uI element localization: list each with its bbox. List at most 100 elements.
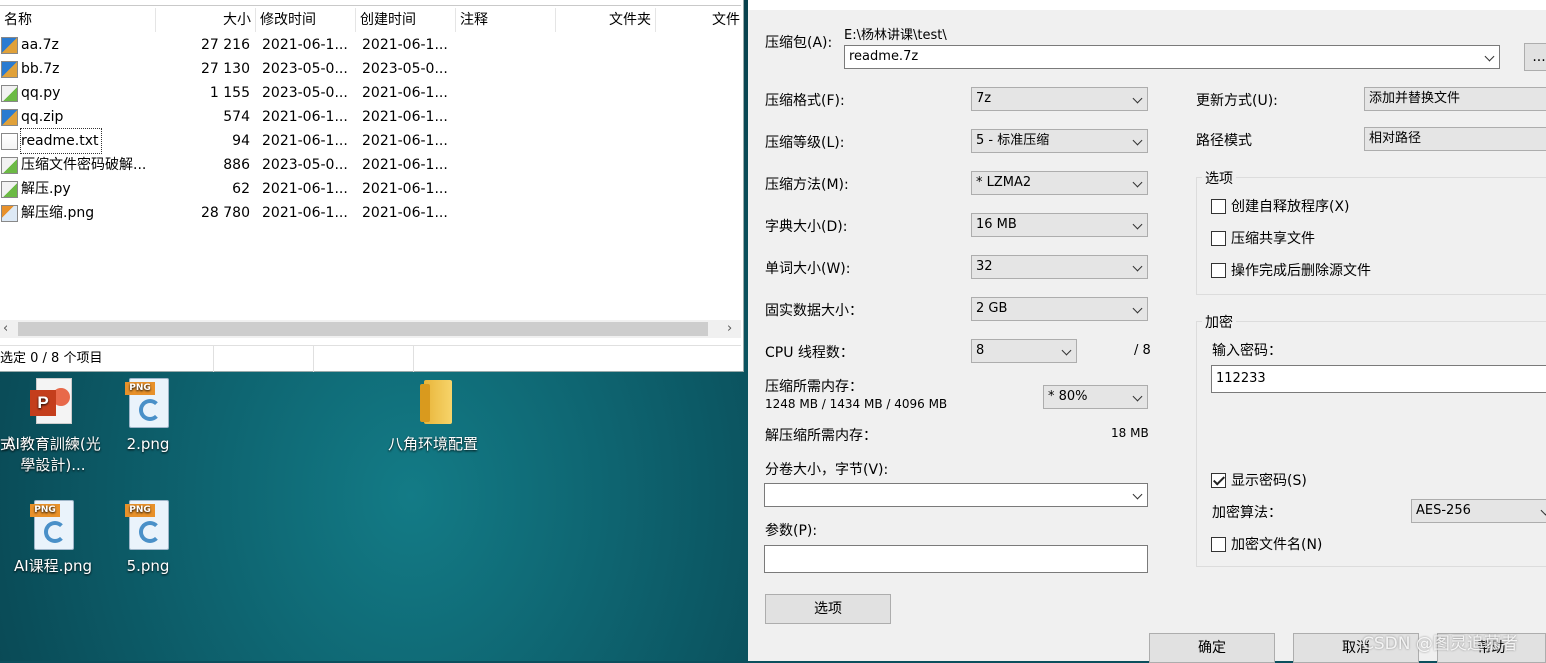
desktop-icon-ai-png[interactable]: PNG AI课程.png	[0, 500, 108, 577]
scrollbar-thumb[interactable]	[18, 322, 708, 336]
file-created: 2021-06-1...	[362, 109, 448, 125]
browse-button[interactable]: ...	[1524, 43, 1546, 71]
file-created: 2021-06-1...	[362, 181, 448, 197]
desktop-icon-ppt[interactable]: P AI教育訓練(光學設計)...	[0, 378, 108, 476]
parameters-label: 参数(P):	[765, 523, 818, 539]
method-select[interactable]: * LZMA2	[971, 171, 1148, 195]
archive-label: 压缩包(A):	[765, 35, 833, 51]
column-header-folder[interactable]: 文件夹	[556, 8, 656, 32]
table-row[interactable]: bb.7z 27 130 2023-05-0... 2023-05-0...	[0, 57, 744, 81]
column-header-name[interactable]: 名称	[0, 8, 156, 32]
text-file-icon	[1, 133, 18, 150]
scroll-right-icon[interactable]: ›	[727, 321, 732, 336]
column-header-files[interactable]: 文件	[656, 8, 744, 32]
chevron-down-icon	[1132, 489, 1143, 500]
scroll-left-icon[interactable]: ‹	[3, 321, 8, 336]
file-name: aa.7z	[21, 37, 59, 53]
column-header-modified[interactable]: 修改时间	[256, 8, 356, 32]
word-size-label: 单词大小(W):	[765, 261, 851, 277]
archive-path: E:\杨林讲课\test\	[844, 28, 947, 43]
solid-size-select[interactable]: 2 GB	[971, 297, 1148, 321]
chevron-down-icon	[1132, 177, 1143, 188]
file-created: 2021-06-1...	[362, 205, 448, 221]
path-mode-select[interactable]: 相对路径	[1364, 127, 1546, 151]
column-header-comment[interactable]: 注释	[456, 8, 556, 32]
memory-percent-select[interactable]: * 80%	[1043, 385, 1148, 409]
chevron-down-icon	[1132, 391, 1143, 402]
file-modified: 2021-06-1...	[262, 37, 348, 53]
folder-icon	[408, 378, 458, 430]
table-row[interactable]: 解压.py 62 2021-06-1... 2021-06-1...	[0, 177, 744, 201]
chevron-down-icon	[1061, 345, 1072, 356]
parameters-input[interactable]	[764, 545, 1148, 573]
table-row[interactable]: qq.zip 574 2021-06-1... 2021-06-1...	[0, 105, 744, 129]
file-size: 94	[232, 133, 250, 149]
word-size-select[interactable]: 32	[971, 255, 1148, 279]
update-mode-select[interactable]: 添加并替换文件	[1364, 87, 1546, 111]
show-password-label: 显示密码(S)	[1231, 473, 1307, 489]
desktop-icon-folder[interactable]: 八角环境配置	[378, 378, 488, 455]
table-row[interactable]: aa.7z 27 216 2021-06-1... 2021-06-1...	[0, 33, 744, 57]
file-size: 62	[232, 181, 250, 197]
watermark: CSDN @图灵追慕者	[1362, 634, 1518, 654]
chevron-down-icon	[1132, 135, 1143, 146]
table-row[interactable]: qq.py 1 155 2023-05-0... 2021-06-1...	[0, 81, 744, 105]
file-name: qq.py	[21, 85, 61, 101]
chevron-down-icon	[1132, 303, 1143, 314]
update-mode-value: 添加并替换文件	[1369, 91, 1461, 106]
file-explorer-window: 名称 大小 修改时间 创建时间 注释 文件夹 文件 aa.7z 27 216 202…	[0, 0, 744, 372]
encryption-method-select[interactable]: AES-256	[1411, 499, 1546, 523]
options-button[interactable]: 选项	[765, 594, 891, 624]
status-bar: 选定 0 / 8 个项目	[0, 345, 741, 372]
level-select[interactable]: 5 - 标准压缩	[971, 129, 1148, 153]
python-file-icon	[1, 85, 18, 102]
method-value: * LZMA2	[976, 175, 1032, 190]
desktop-icon-label: AI教育訓練(光學設計)...	[5, 435, 101, 474]
ok-button[interactable]: 确定	[1149, 633, 1275, 663]
desktop-icon-5png[interactable]: PNG 5.png	[93, 500, 203, 577]
desktop-icon-label: 2.png	[126, 435, 170, 453]
volume-size-combo[interactable]	[764, 483, 1148, 507]
update-mode-label: 更新方式(U):	[1196, 93, 1278, 109]
file-size: 28 780	[201, 205, 250, 221]
chevron-down-icon	[1132, 93, 1143, 104]
table-row[interactable]: readme.txt 94 2021-06-1... 2021-06-1...	[0, 128, 744, 154]
checkbox-box	[1211, 537, 1226, 552]
file-size: 27 130	[201, 61, 250, 77]
chevron-down-icon	[1540, 505, 1546, 516]
password-input[interactable]: 112233	[1211, 365, 1546, 393]
cpu-threads-max: / 8	[1134, 343, 1151, 358]
file-modified: 2021-06-1...	[262, 109, 348, 125]
cpu-threads-select[interactable]: 8	[971, 339, 1077, 363]
encrypt-names-checkbox[interactable]: 加密文件名(N)	[1211, 536, 1322, 554]
compress-shared-checkbox[interactable]: 压缩共享文件	[1211, 230, 1315, 248]
delete-after-checkbox[interactable]: 操作完成后删除源文件	[1211, 262, 1371, 280]
archive-name-value: readme.7z	[849, 49, 919, 64]
column-header-size[interactable]: 大小	[156, 8, 256, 32]
column-header-created[interactable]: 创建时间	[356, 8, 456, 32]
options-group-title: 选项	[1202, 168, 1236, 188]
python-file-icon	[1, 157, 18, 174]
dictionary-select[interactable]: 16 MB	[971, 213, 1148, 237]
desktop-icon-2png[interactable]: PNG 2.png	[93, 378, 203, 455]
file-name: 解压缩.png	[21, 205, 95, 221]
file-name: 解压.py	[21, 181, 71, 197]
format-select[interactable]: 7z	[971, 87, 1148, 111]
horizontal-scrollbar[interactable]: ‹ ›	[0, 320, 741, 338]
table-row[interactable]: 压缩文件密码破解... 886 2023-05-0... 2021-06-1...	[0, 153, 744, 177]
file-modified: 2023-05-0...	[262, 61, 348, 77]
archive-name-combo[interactable]: readme.7z	[844, 45, 1500, 69]
chevron-down-icon	[1484, 51, 1495, 62]
dictionary-label: 字典大小(D):	[765, 219, 848, 235]
create-sfx-checkbox[interactable]: 创建自释放程序(X)	[1211, 198, 1350, 216]
file-name: 压缩文件密码破解...	[21, 157, 147, 173]
word-size-value: 32	[976, 259, 993, 274]
memory-value: 1248 MB / 1434 MB / 4096 MB	[765, 397, 948, 411]
file-name: qq.zip	[21, 109, 64, 125]
file-created: 2021-06-1...	[362, 85, 448, 101]
image-file-icon	[1, 205, 18, 222]
table-row[interactable]: 解压缩.png 28 780 2021-06-1... 2021-06-1...	[0, 201, 744, 225]
file-created: 2021-06-1...	[362, 133, 448, 149]
show-password-checkbox[interactable]: 显示密码(S)	[1211, 472, 1307, 490]
level-label: 压缩等级(L):	[765, 135, 845, 151]
